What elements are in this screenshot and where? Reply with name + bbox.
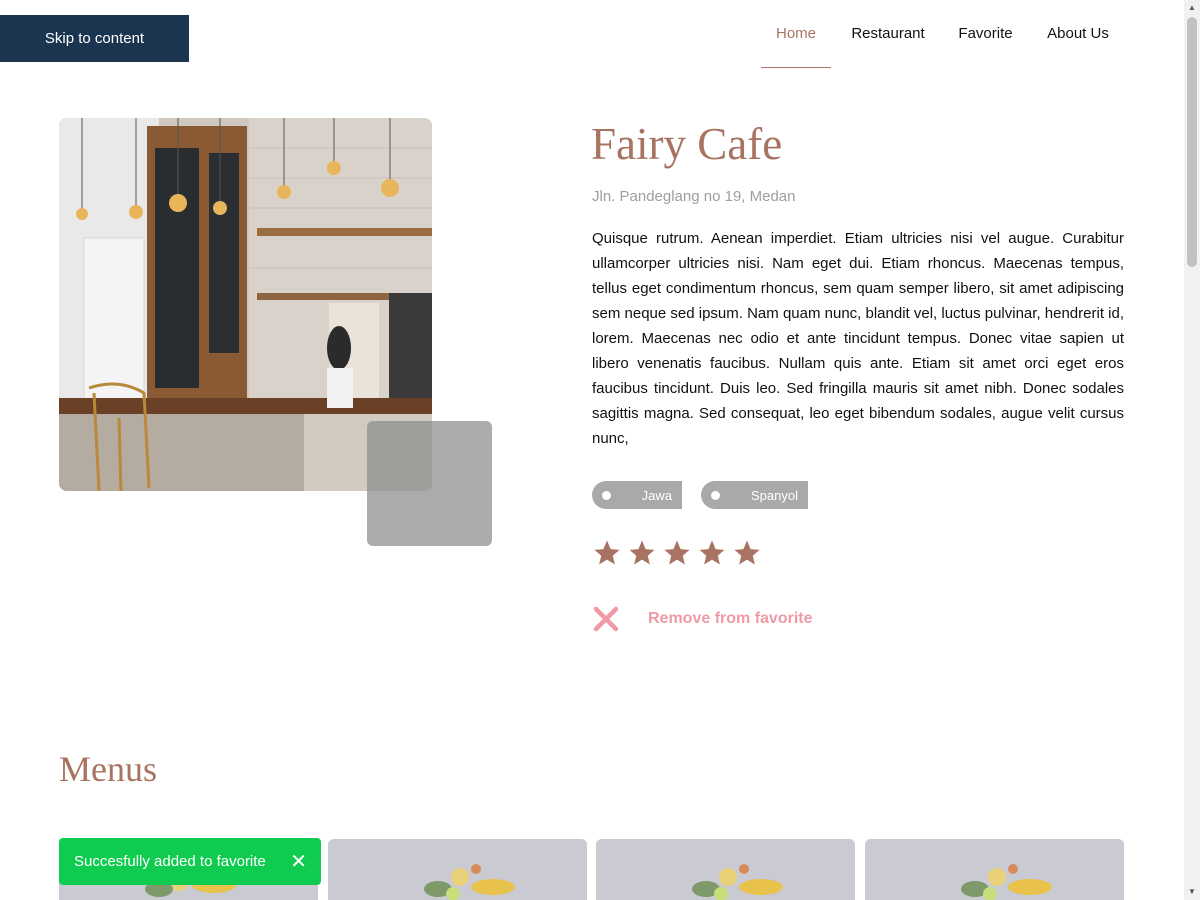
category-tag-jawa: Jawa bbox=[592, 481, 682, 509]
close-icon[interactable]: ✕ bbox=[290, 849, 307, 874]
menu-card[interactable] bbox=[328, 839, 587, 900]
category-tag-label: Spanyol bbox=[751, 487, 798, 503]
category-tag-spanyol: Spanyol bbox=[701, 481, 808, 509]
tag-dot-icon bbox=[711, 490, 720, 500]
tag-dot-icon bbox=[602, 490, 611, 500]
close-icon bbox=[592, 605, 620, 633]
menu-card[interactable] bbox=[865, 839, 1124, 900]
toast-message: Succesfully added to favorite bbox=[74, 853, 266, 870]
main-navigation: Home Restaurant Favorite About Us bbox=[0, 0, 1184, 68]
nav-item-about-us[interactable]: About Us bbox=[1038, 0, 1118, 68]
scroll-up-arrow-icon[interactable]: ▲ bbox=[1184, 0, 1200, 16]
star-icon bbox=[662, 538, 692, 568]
vertical-scrollbar[interactable]: ▲ ▼ bbox=[1184, 0, 1200, 900]
menus-heading: Menus bbox=[59, 749, 157, 789]
nav-item-restaurant[interactable]: Restaurant bbox=[842, 0, 934, 68]
scrollbar-thumb[interactable] bbox=[1187, 17, 1197, 267]
restaurant-description: Quisque rutrum. Aenean imperdiet. Etiam … bbox=[592, 230, 1124, 447]
menu-card[interactable] bbox=[596, 839, 855, 900]
nav-item-favorite[interactable]: Favorite bbox=[948, 0, 1023, 68]
rating-stars bbox=[592, 538, 762, 568]
nav-item-home[interactable]: Home bbox=[761, 0, 831, 68]
remove-from-favorite-label: Remove from favorite bbox=[648, 610, 813, 627]
star-icon bbox=[592, 538, 622, 568]
star-icon bbox=[732, 538, 762, 568]
star-icon bbox=[627, 538, 657, 568]
category-tag-label: Jawa bbox=[641, 487, 672, 503]
remove-from-favorite-button[interactable]: Remove from favorite bbox=[592, 603, 813, 635]
scroll-down-arrow-icon[interactable]: ▼ bbox=[1184, 884, 1200, 900]
restaurant-name: Fairy Cafe bbox=[591, 119, 783, 169]
star-icon bbox=[697, 538, 727, 568]
decorative-square bbox=[367, 421, 492, 546]
success-toast: Succesfully added to favorite ✕ bbox=[59, 838, 321, 885]
restaurant-address: Jln. Pandeglang no 19, Medan bbox=[592, 188, 796, 205]
